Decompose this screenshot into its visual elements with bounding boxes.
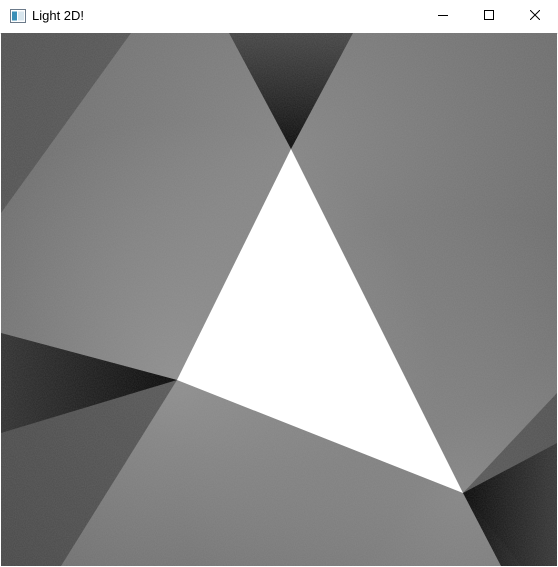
minimize-button[interactable] [420, 0, 466, 32]
maximize-button[interactable] [466, 0, 512, 32]
close-button[interactable] [512, 0, 558, 32]
title-bar[interactable]: Light 2D! [0, 0, 558, 34]
window-title: Light 2D! [32, 8, 85, 23]
app-window: Light 2D! [0, 0, 558, 567]
render-canvas[interactable] [1, 33, 557, 566]
app-window-icon [10, 9, 26, 23]
maximize-icon [484, 7, 494, 25]
minimize-icon [438, 7, 448, 25]
light-scene [1, 33, 557, 566]
close-icon [529, 7, 541, 25]
